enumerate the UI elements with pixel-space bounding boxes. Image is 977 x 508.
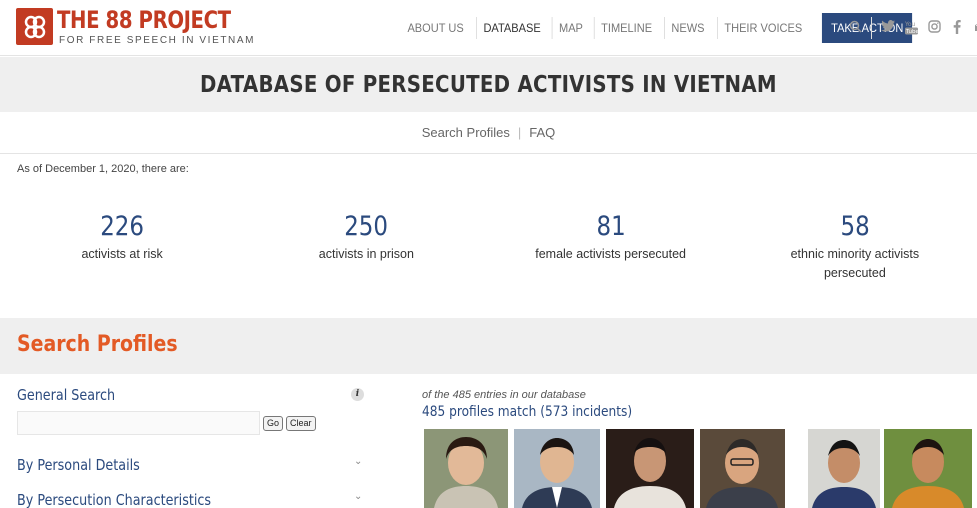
- search-heading: Search Profiles: [17, 332, 178, 357]
- search-section-header: Search Profiles: [0, 318, 977, 374]
- site-tagline: FOR FREE SPEECH IN VIETNAM: [59, 35, 256, 46]
- subnav-faq[interactable]: FAQ: [529, 125, 555, 140]
- chevron-down-icon[interactable]: ⌄: [354, 456, 362, 467]
- subnav-search-profiles[interactable]: Search Profiles: [422, 125, 510, 140]
- page-title: DATABASE OF PERSECUTED ACTIVISTS IN VIET…: [200, 71, 777, 98]
- nav-database[interactable]: DATABASE: [476, 17, 547, 39]
- stat-in-prison: 250 activists in prison: [244, 210, 488, 283]
- nav-timeline[interactable]: TIMELINE: [594, 17, 659, 39]
- general-search-label: General Search: [17, 386, 116, 404]
- sub-nav: Search Profiles | FAQ: [0, 112, 977, 154]
- stat-label: female activists persecuted: [535, 247, 686, 261]
- instagram-icon[interactable]: [927, 20, 941, 36]
- general-search-row: Go Clear: [17, 411, 316, 435]
- logo-icon[interactable]: [16, 8, 53, 45]
- search-filters: General Search i Go Clear By Personal De…: [17, 386, 367, 508]
- stat-label: activists in prison: [318, 247, 414, 261]
- results-note: of the 485 entries in our database: [422, 389, 586, 401]
- accordion-personal-details[interactable]: By Personal Details ⌄: [17, 456, 362, 474]
- go-button[interactable]: Go: [263, 415, 284, 431]
- accordion-persecution[interactable]: By Persecution Characteristics ⌄: [17, 491, 362, 508]
- profile-photos: [424, 429, 977, 508]
- search-icon[interactable]: [848, 20, 862, 36]
- youtube-icon[interactable]: You Tube: [904, 20, 920, 36]
- site-title[interactable]: THE 88 PROJECT: [57, 6, 231, 34]
- results-summary: of the 485 entries in our database 485 p…: [422, 389, 663, 420]
- page-banner: DATABASE OF PERSECUTED ACTIVISTS IN VIET…: [0, 57, 977, 112]
- mail-icon[interactable]: [973, 20, 977, 36]
- svg-text:Tube: Tube: [905, 29, 918, 35]
- stat-label: ethnic minority activists persecuted: [790, 247, 920, 280]
- nav-map[interactable]: MAP: [552, 17, 590, 39]
- facebook-icon[interactable]: [950, 20, 964, 36]
- profile-photo[interactable]: [884, 429, 972, 508]
- stat-ethnic-minority: 58 ethnic minority activists persecuted: [733, 210, 977, 283]
- profile-photo[interactable]: [700, 429, 785, 508]
- stat-label: activists at risk: [81, 247, 163, 261]
- nav-news[interactable]: NEWS: [663, 17, 711, 39]
- profile-photo[interactable]: [808, 429, 880, 508]
- stat-female: 81 female activists persecuted: [489, 210, 733, 283]
- nav-their-voices[interactable]: THEIR VOICES: [716, 17, 809, 39]
- stat-value: 250: [344, 211, 389, 242]
- general-search-input[interactable]: [17, 411, 260, 435]
- stat-value: 58: [840, 211, 870, 242]
- main-nav: ABOUT US DATABASE MAP TIMELINE NEWS THEI…: [398, 0, 917, 56]
- divider: [871, 17, 872, 39]
- profile-photo[interactable]: [514, 429, 600, 508]
- results-count: 485 profiles match (573 incidents): [422, 404, 633, 420]
- stats-row: 226 activists at risk 250 activists in p…: [0, 210, 977, 283]
- stat-value: 226: [100, 211, 145, 242]
- stat-value: 81: [596, 211, 626, 242]
- header-icons: You Tube: [848, 17, 977, 39]
- as-of-text: As of December 1, 2020, there are:: [17, 163, 189, 175]
- chevron-down-icon[interactable]: ⌄: [354, 491, 362, 502]
- profile-photo[interactable]: [424, 429, 508, 508]
- accordion-label: By Persecution Characteristics: [17, 491, 212, 508]
- clear-button[interactable]: Clear: [286, 415, 316, 431]
- nav-about-us[interactable]: ABOUT US: [401, 17, 470, 39]
- info-icon[interactable]: i: [351, 388, 364, 401]
- twitter-icon[interactable]: [881, 20, 895, 36]
- profile-photo[interactable]: [606, 429, 694, 508]
- site-header: THE 88 PROJECT FOR FREE SPEECH IN VIETNA…: [0, 0, 977, 56]
- svg-text:You: You: [905, 21, 916, 28]
- divider: |: [517, 125, 522, 140]
- stat-at-risk: 226 activists at risk: [0, 210, 244, 283]
- accordion-label: By Personal Details: [17, 456, 140, 474]
